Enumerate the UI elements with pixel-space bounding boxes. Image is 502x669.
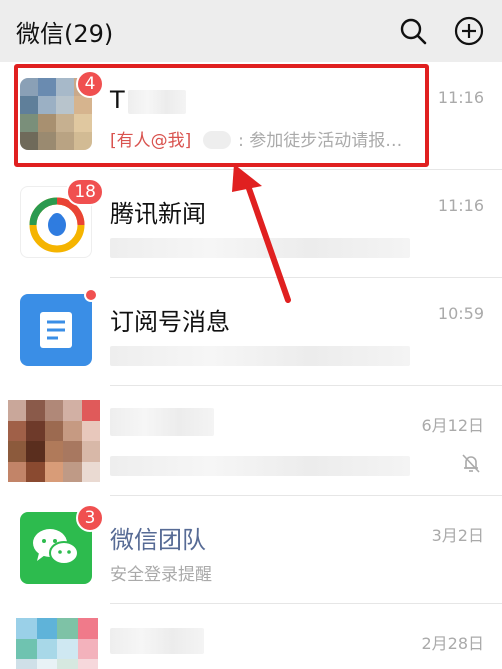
chat-preview: [有人@我] : 参加徒步活动请报…	[110, 126, 402, 151]
avatar: 4	[20, 70, 104, 150]
unread-badge: 18	[66, 178, 104, 206]
preview-text: : 参加徒步活动请报…	[238, 131, 403, 151]
page-title: 微信(29)	[16, 19, 114, 48]
bell-off-icon	[460, 452, 482, 479]
redacted-preview	[110, 346, 410, 366]
top-bar: 微信(29)	[0, 0, 502, 62]
chat-name: T	[110, 86, 125, 114]
chat-row[interactable]: 3 微信团队 3月2日 安全登录提醒	[0, 496, 502, 604]
chat-time: 10:59	[437, 304, 484, 323]
chat-preview: 安全登录提醒	[110, 565, 212, 585]
redacted-name	[110, 628, 204, 654]
chat-row[interactable]: 6月12日	[0, 386, 502, 496]
chat-row[interactable]: 2月28日	[0, 604, 502, 669]
wechat-logo-icon	[33, 529, 79, 565]
chat-time: 11:16	[437, 196, 484, 215]
avatar	[20, 288, 98, 366]
mention-tag: [有人@我]	[110, 131, 192, 151]
redacted-sender	[202, 131, 231, 149]
avatar	[16, 618, 98, 669]
avatar	[8, 400, 100, 482]
chat-name: 订阅号消息	[110, 308, 230, 336]
unread-dot	[84, 288, 98, 302]
redacted-name	[110, 408, 214, 436]
chat-row[interactable]: 18 腾讯新闻 11:16	[0, 170, 502, 278]
search-icon[interactable]	[396, 14, 430, 48]
avatar: 18	[20, 178, 104, 258]
unread-badge: 3	[76, 504, 104, 532]
chat-time: 2月28日	[421, 634, 484, 653]
chat-row[interactable]: 订阅号消息 10:59	[0, 278, 502, 386]
avatar: 3	[20, 504, 104, 584]
chat-name: 微信团队	[110, 526, 206, 554]
chat-name: 腾讯新闻	[110, 200, 206, 228]
chat-row[interactable]: 4 T 11:16 [有人@我] : 参加徒步活动请报…	[0, 62, 502, 170]
unread-badge: 4	[76, 70, 104, 98]
add-circle-icon[interactable]	[452, 14, 486, 48]
redacted-preview	[110, 456, 410, 476]
redacted-name	[128, 90, 186, 114]
redacted-preview	[110, 238, 410, 258]
subscription-doc-icon	[40, 312, 72, 348]
chat-time: 3月2日	[431, 526, 484, 545]
chat-time: 11:16	[437, 88, 484, 107]
chat-time: 6月12日	[421, 416, 484, 435]
